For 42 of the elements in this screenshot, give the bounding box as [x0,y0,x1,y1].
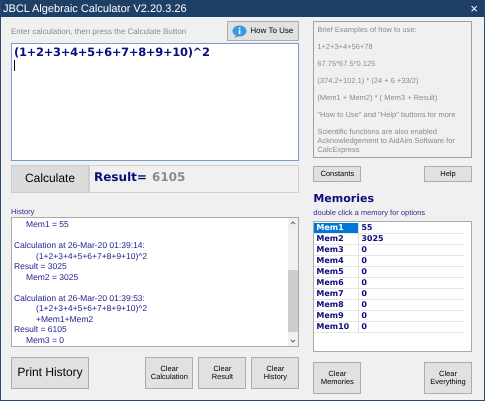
history-line: (1+2+3+4+5+6+7+8+9+10)^2 [35,250,148,261]
history-line: Calculation at 26-Mar-20 01:39:14: [14,240,146,250]
memory-name[interactable]: Mem2 [314,234,360,244]
memory-value[interactable]: 0 [359,300,367,310]
memories-title: Memories [313,192,375,205]
memory-value[interactable]: 0 [359,289,367,299]
memory-name[interactable]: Mem6 [314,278,360,288]
memory-name[interactable]: Mem9 [314,311,360,321]
memory-value[interactable]: 0 [359,267,367,277]
history-line: Calculation at 26-Mar-20 01:39:53: [14,292,146,303]
memory-name[interactable]: Mem1 [314,223,360,233]
history-line: Mem3 = 0 [25,334,66,345]
how-to-use-button[interactable]: How To Use [227,21,300,41]
memory-value[interactable]: 55 [359,223,372,233]
memory-name[interactable]: Mem10 [314,322,360,332]
memory-value[interactable]: 3025 [359,234,384,244]
scrollbar[interactable] [288,218,298,346]
memory-name[interactable]: Mem5 [314,267,360,277]
history-line: Mem2 = 3025 [25,272,80,282]
window-title: JBCL Algebraic Calculator V2.20.3.26 [3,2,187,14]
memory-value[interactable]: 0 [359,245,367,255]
memory-name[interactable]: Mem3 [314,245,360,255]
print-history-button[interactable]: Print History [11,357,89,389]
history-line: Result = 3025 [14,261,68,272]
result-label: Result= [94,170,147,184]
result-value: 6105 [152,170,186,184]
memory-value[interactable]: 0 [359,311,367,321]
memory-name[interactable]: Mem7 [314,289,360,299]
info-icon [232,24,248,38]
expression-field[interactable]: (1+2+3+4+5+6+7+8+9+10)^2 [11,43,300,161]
memory-value[interactable]: 0 [359,256,367,266]
instruction-text: Enter calculation, then press the Calculate Button [11,26,186,36]
calculate-button[interactable]: Calculate [11,165,89,193]
history-line: (1+2+3+4+5+6+7+8+9+10)^2 [35,303,148,314]
history-line: Mem1 = 55 [25,219,70,230]
memory-name[interactable]: Mem8 [314,300,360,310]
history-line: Result = 6105 [14,324,68,334]
close-button[interactable]: × [470,1,478,16]
memory-name[interactable]: Mem4 [314,256,360,266]
memory-value[interactable]: 0 [359,322,367,332]
history-line: +Mem1+Mem2 [35,314,94,324]
memory-value[interactable]: 0 [359,278,367,288]
